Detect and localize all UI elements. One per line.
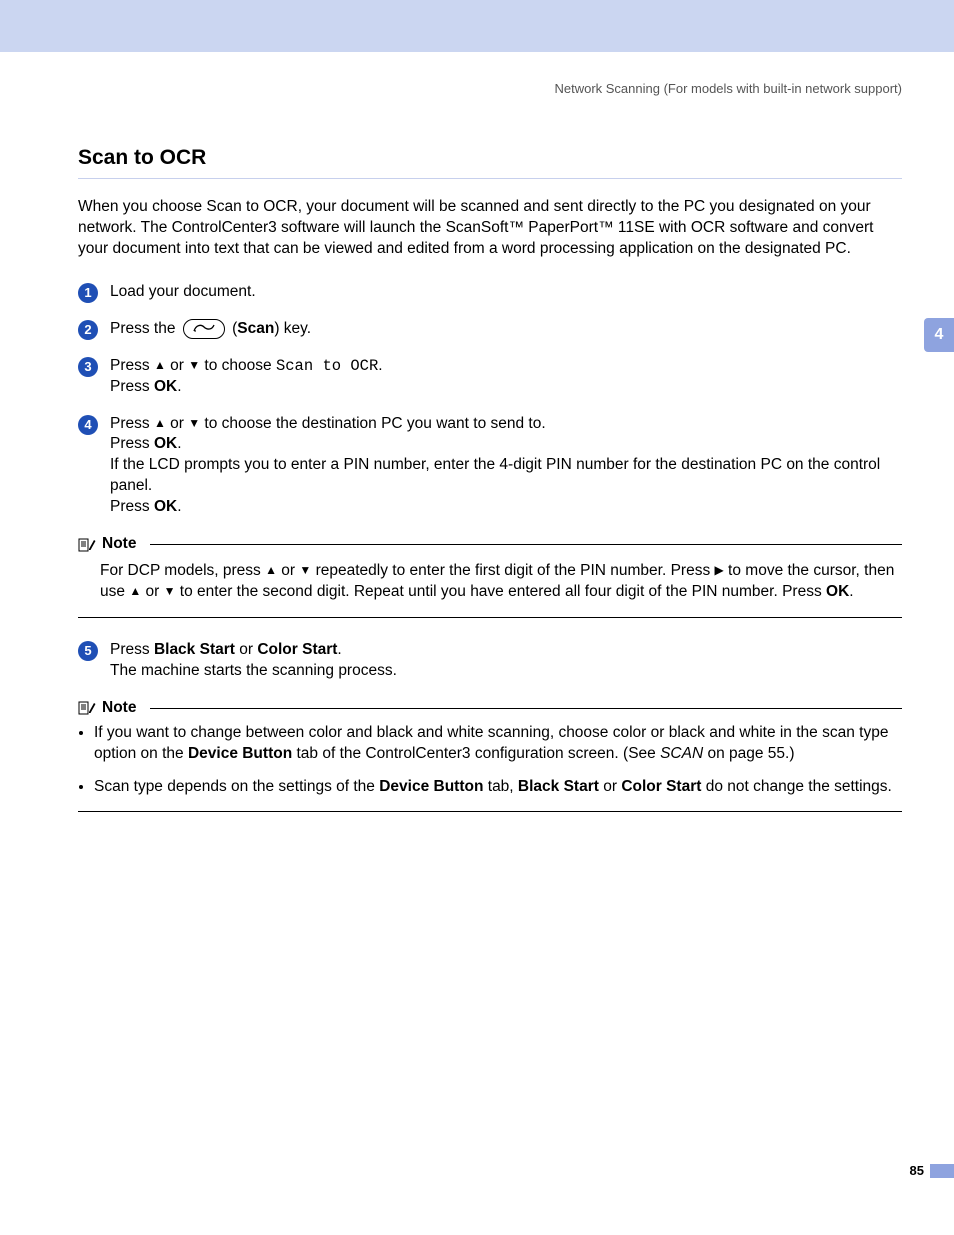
step-badge-4: 4: [78, 415, 98, 435]
step-1-text: Load your document.: [110, 282, 902, 303]
step-4-text: Press ▲ or ▼ to choose the destination P…: [110, 414, 902, 519]
step-badge-5: 5: [78, 641, 98, 661]
top-color-band: [0, 0, 954, 52]
step-5-text: Press Black Start or Color Start. The ma…: [110, 640, 902, 682]
right-arrow-icon: ▶: [715, 562, 724, 578]
down-arrow-icon: ▼: [188, 357, 200, 373]
note-1-body: For DCP models, press ▲ or ▼ repeatedly …: [78, 555, 902, 603]
up-arrow-icon: ▲: [129, 583, 141, 599]
page-footer: 85: [910, 1162, 954, 1180]
step-4: 4 Press ▲ or ▼ to choose the destination…: [78, 414, 902, 519]
step-badge-2: 2: [78, 320, 98, 340]
page-number: 85: [910, 1162, 924, 1180]
page-header: Network Scanning (For models with built-…: [78, 80, 902, 98]
up-arrow-icon: ▲: [265, 562, 277, 578]
title-underline: [78, 178, 902, 179]
step-3-text: Press ▲ or ▼ to choose Scan to OCR. Pres…: [110, 356, 902, 398]
footer-color-bar: [930, 1164, 954, 1178]
section-title: Scan to OCR: [78, 144, 902, 172]
down-arrow-icon: ▼: [188, 415, 200, 431]
up-arrow-icon: ▲: [154, 357, 166, 373]
step-2-text: Press the (Scan) key.: [110, 319, 902, 340]
note-2-item-2: Scan type depends on the settings of the…: [94, 777, 902, 798]
note-label: Note: [102, 698, 136, 719]
up-arrow-icon: ▲: [154, 415, 166, 431]
note-2-item-1: If you want to change between color and …: [94, 723, 902, 765]
step-5: 5 Press Black Start or Color Start. The …: [78, 640, 902, 682]
note-label: Note: [102, 534, 136, 555]
note-icon: [78, 537, 96, 553]
step-3: 3 Press ▲ or ▼ to choose Scan to OCR. Pr…: [78, 356, 902, 398]
note-end-rule: [78, 811, 902, 812]
note-2-body: If you want to change between color and …: [78, 723, 902, 798]
note-rule: [150, 544, 902, 545]
intro-paragraph: When you choose Scan to OCR, your docume…: [78, 197, 902, 260]
scan-key-icon: [183, 319, 225, 339]
step-badge-1: 1: [78, 283, 98, 303]
note-icon: [78, 700, 96, 716]
step-2: 2 Press the (Scan) key.: [78, 319, 902, 340]
step-1: 1 Load your document.: [78, 282, 902, 303]
note-2: Note If you want to change between color…: [78, 698, 902, 813]
step-badge-3: 3: [78, 357, 98, 377]
note-1: Note For DCP models, press ▲ or ▼ repeat…: [78, 534, 902, 618]
down-arrow-icon: ▼: [299, 562, 311, 578]
note-end-rule: [78, 617, 902, 618]
down-arrow-icon: ▼: [164, 583, 176, 599]
note-rule: [150, 708, 902, 709]
